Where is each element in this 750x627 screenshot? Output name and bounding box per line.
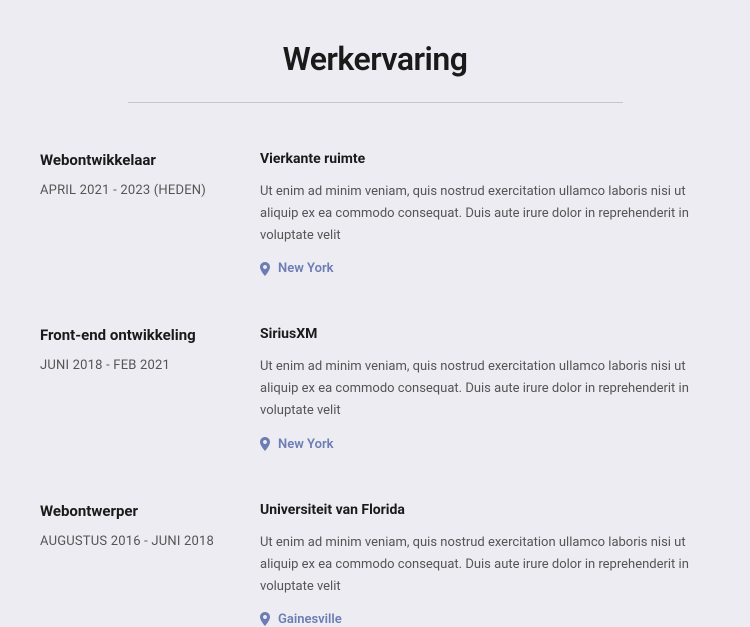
job-description: Ut enim ad minim veniam, quis nostrud ex… <box>260 356 710 422</box>
location-pin-icon <box>260 262 270 276</box>
company-name: Vierkante ruimte <box>260 151 710 167</box>
role-title: Front-end ontwikkeling <box>40 326 240 344</box>
company-name: Universiteit van Florida <box>260 502 710 518</box>
location-text: New York <box>278 437 334 452</box>
role-title: Webontwerper <box>40 502 240 520</box>
entry-right-column: SiriusXM Ut enim ad minim veniam, quis n… <box>260 326 710 451</box>
date-range: AUGUSTUS 2016 - JUNI 2018 <box>40 534 240 549</box>
section-title: Werkervaring <box>40 40 710 78</box>
entry-left-column: Webontwikkelaar APRIL 2021 - 2023 (HEDEN… <box>40 151 260 276</box>
company-name: SiriusXM <box>260 326 710 342</box>
location-row: Gainesville <box>260 612 710 627</box>
location-pin-icon <box>260 437 270 451</box>
role-title: Webontwikkelaar <box>40 151 240 169</box>
entry-left-column: Front-end ontwikkeling JUNI 2018 - FEB 2… <box>40 326 260 451</box>
job-description: Ut enim ad minim veniam, quis nostrud ex… <box>260 181 710 247</box>
section-header: Werkervaring <box>40 40 710 103</box>
location-text: Gainesville <box>278 612 342 627</box>
divider <box>128 102 623 103</box>
job-description: Ut enim ad minim veniam, quis nostrud ex… <box>260 532 710 598</box>
entry-left-column: Webontwerper AUGUSTUS 2016 - JUNI 2018 <box>40 502 260 627</box>
location-pin-icon <box>260 612 270 626</box>
experience-entry: Webontwikkelaar APRIL 2021 - 2023 (HEDEN… <box>40 151 710 276</box>
experience-entry: Front-end ontwikkeling JUNI 2018 - FEB 2… <box>40 326 710 451</box>
entry-right-column: Universiteit van Florida Ut enim ad mini… <box>260 502 710 627</box>
date-range: JUNI 2018 - FEB 2021 <box>40 358 240 373</box>
location-text: New York <box>278 261 334 276</box>
entry-right-column: Vierkante ruimte Ut enim ad minim veniam… <box>260 151 710 276</box>
date-range: APRIL 2021 - 2023 (HEDEN) <box>40 183 240 198</box>
location-row: New York <box>260 261 710 276</box>
entries-container: Webontwikkelaar APRIL 2021 - 2023 (HEDEN… <box>40 151 710 627</box>
location-row: New York <box>260 437 710 452</box>
experience-entry: Webontwerper AUGUSTUS 2016 - JUNI 2018 U… <box>40 502 710 627</box>
